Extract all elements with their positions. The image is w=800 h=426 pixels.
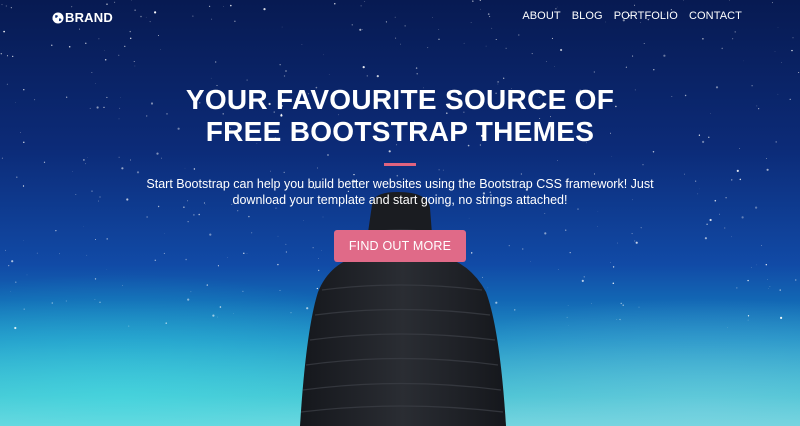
hero-title: YOUR FAVOURITE SOURCE OF FREE BOOTSTRAP …: [0, 84, 800, 148]
nav-links: ABOUT BLOG PORTFOLIO CONTACT: [522, 10, 742, 22]
hero-title-line-2: FREE BOOTSTRAP THEMES: [205, 116, 595, 147]
brand-link[interactable]: BRAND: [52, 10, 113, 25]
hero-lead-text: Start Bootstrap can help you build bette…: [140, 176, 660, 208]
navbar: BRAND ABOUT BLOG PORTFOLIO CONTACT: [0, 0, 800, 34]
nav-link-portfolio[interactable]: PORTFOLIO: [614, 10, 678, 22]
hero-section: BRAND ABOUT BLOG PORTFOLIO CONTACT YOUR …: [0, 0, 800, 426]
hero-content: YOUR FAVOURITE SOURCE OF FREE BOOTSTRAP …: [0, 84, 800, 262]
brand-label: BRAND: [65, 10, 113, 25]
title-divider: [384, 163, 416, 166]
nav-link-about[interactable]: ABOUT: [522, 10, 560, 22]
hero-lead-line-1: Start Bootstrap can help you build bette…: [146, 177, 654, 191]
find-out-more-button[interactable]: FIND OUT MORE: [333, 230, 467, 262]
hero-lead-line-2: download your template and start going, …: [232, 193, 568, 207]
nav-link-blog[interactable]: BLOG: [572, 10, 603, 22]
hero-title-line-1: YOUR FAVOURITE SOURCE OF: [185, 84, 615, 115]
nav-link-contact[interactable]: CONTACT: [689, 10, 742, 22]
globe-icon: [52, 12, 64, 23]
